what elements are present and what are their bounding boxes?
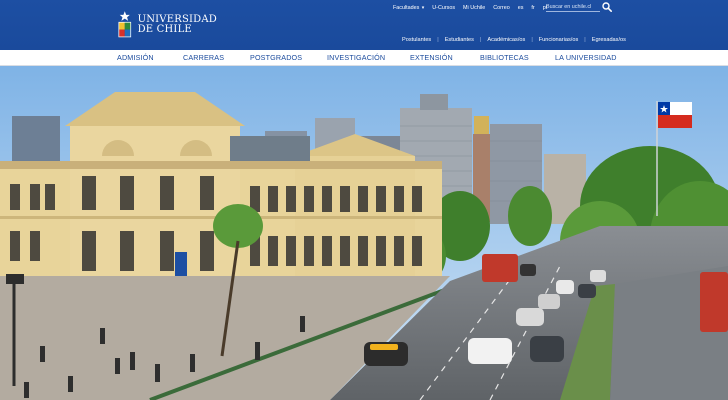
audience-estudiantes[interactable]: Estudiantes: [445, 37, 474, 43]
nav-item-investigacion[interactable]: INVESTIGACIÓN: [327, 53, 385, 62]
search-input[interactable]: Buscar en uchile.cl: [546, 2, 600, 12]
nav-item-extension[interactable]: EXTENSIÓN: [410, 53, 453, 62]
faculties-dropdown[interactable]: Facultades ▾: [393, 5, 424, 11]
audience-postulantes[interactable]: Postulantes: [402, 37, 431, 43]
utility-nav: Facultades ▾ U-Cursos Mi Uchile Correo e…: [393, 2, 555, 13]
nav-item-admision[interactable]: ADMISIÓN: [117, 53, 154, 62]
university-seal-icon: [118, 11, 132, 38]
audience-nav: Postulantes | Estudiantes | Académicas/os |…: [402, 37, 626, 43]
nav-item-la-universidad[interactable]: LA UNIVERSIDAD: [555, 53, 617, 62]
audience-funcionarios[interactable]: Funcionarias/os: [539, 37, 579, 43]
nav-item-bibliotecas[interactable]: BIBLIOTECAS: [480, 53, 529, 62]
university-name: UNIVERSIDAD DE CHILE: [137, 14, 217, 36]
miuchile-link[interactable]: Mi Uchile: [463, 5, 485, 11]
audience-separator: |: [531, 37, 533, 43]
search-icon[interactable]: [602, 2, 612, 12]
audience-separator: |: [584, 37, 586, 43]
university-logo[interactable]: UNIVERSIDAD DE CHILE: [117, 7, 217, 43]
lang-fr-link[interactable]: fr: [531, 5, 534, 11]
nav-item-carreras[interactable]: CARRERAS: [183, 53, 224, 62]
faculties-label: Facultades: [393, 4, 420, 11]
campus-photo: [0, 66, 728, 400]
nav-item-postgrados[interactable]: POSTGRADOS: [250, 53, 302, 62]
site-header: UNIVERSIDAD DE CHILE Facultades ▾ U-Curs…: [0, 0, 728, 50]
chevron-down-icon: ▾: [420, 4, 425, 11]
audience-academicos[interactable]: Académicas/os: [487, 37, 525, 43]
lang-es-link[interactable]: es: [518, 5, 524, 11]
main-nav: ADMISIÓN CARRERAS POSTGRADOS INVESTIGACI…: [0, 50, 728, 66]
correo-link[interactable]: Correo: [493, 5, 509, 11]
audience-separator: |: [437, 37, 439, 43]
university-name-line2: DE CHILE: [137, 24, 192, 35]
audience-egresados[interactable]: Egresadas/os: [592, 37, 626, 43]
audience-separator: |: [479, 37, 482, 43]
ucursos-link[interactable]: U-Cursos: [432, 5, 455, 11]
hero-image: [0, 66, 728, 400]
